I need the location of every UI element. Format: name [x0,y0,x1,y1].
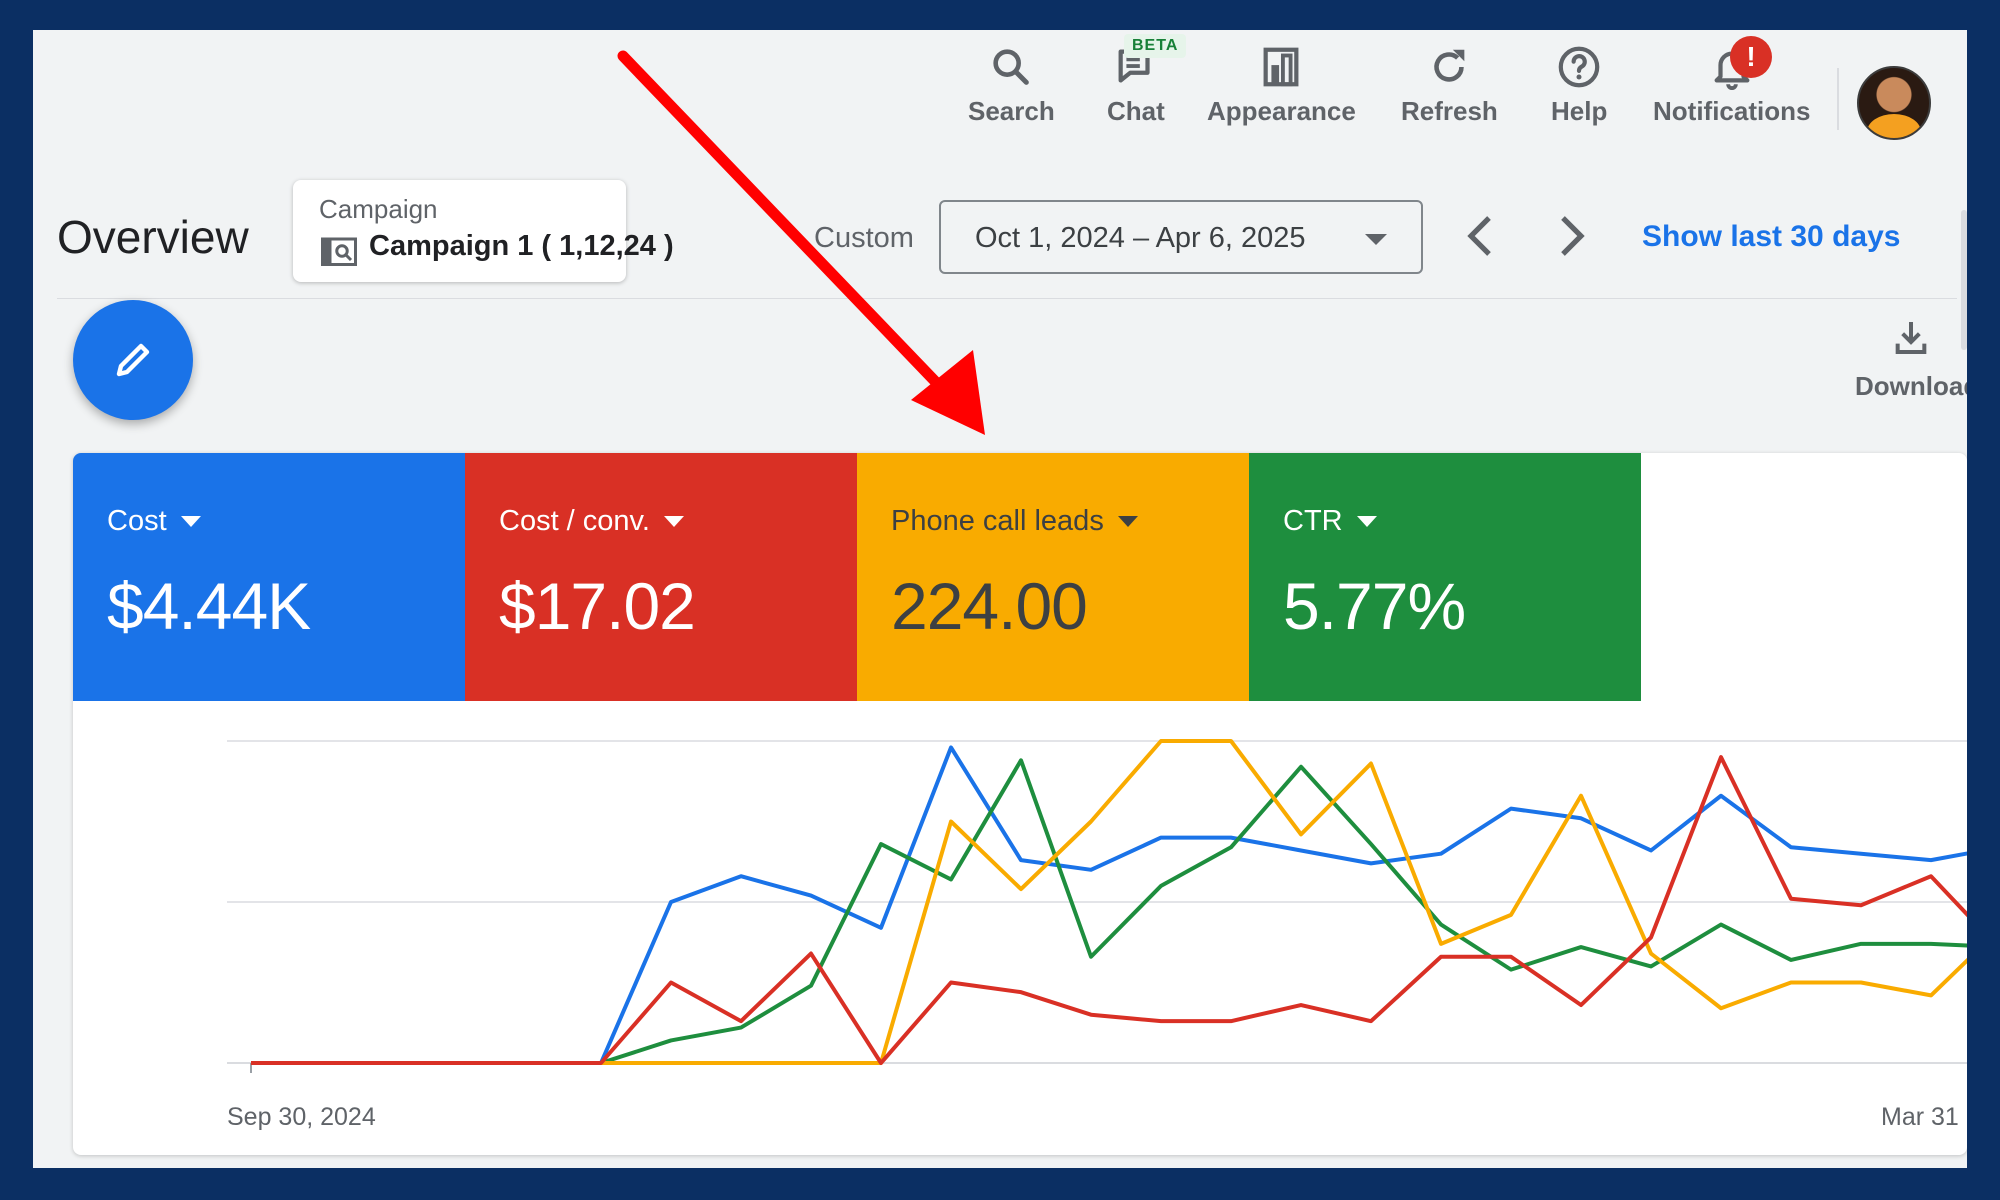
appearance-icon [1263,47,1299,87]
app-window: Search Chat BETA Appearance Refresh Help… [33,30,1967,1168]
download-label: Download [1855,371,1967,401]
previous-period-button[interactable] [1461,212,1501,260]
x-axis-start-label: Sep 30, 2024 [227,1103,376,1131]
search-button[interactable]: Search [968,44,1055,127]
campaign-selector[interactable]: Campaign Campaign 1 ( 1,12,24 ) [293,180,674,282]
metric-card-ctr[interactable]: CTR 5.77% [1249,453,1641,701]
refresh-label: Refresh [1401,96,1498,126]
top-toolbar: Search Chat BETA Appearance Refresh Help… [33,30,1967,160]
appearance-label: Appearance [1207,96,1356,126]
metric-card-phone-call-leads[interactable]: Phone call leads 224.00 [857,453,1249,701]
metric-label: CTR [1283,505,1343,537]
line-chart [227,739,1967,1073]
metric-value: $4.44K [107,569,311,643]
search-label: Search [968,96,1055,126]
help-label: Help [1551,96,1608,126]
metric-label: Cost / conv. [499,505,650,537]
page-title: Overview [57,211,249,263]
notifications-label: Notifications [1653,96,1811,126]
dropdown-arrow-icon [1117,516,1138,527]
dropdown-arrow-icon [663,516,684,527]
dropdown-arrow-icon [1356,516,1377,527]
help-button[interactable]: Help [1551,44,1607,127]
campaign-icon [321,237,357,266]
metric-label: Cost [107,505,167,537]
chat-label: Chat [1107,96,1165,126]
metric-label: Phone call leads [891,505,1104,537]
chevron-down-icon [1365,234,1387,245]
download-icon [1895,322,1927,354]
campaign-caption: Campaign [319,194,438,224]
campaign-name: Campaign 1 ( 1,12,24 ) [369,230,674,262]
toolbar-divider [1837,68,1839,130]
date-mode-label: Custom [814,222,914,254]
divider [57,298,1957,299]
dropdown-arrow-icon [180,516,201,527]
metric-value: $17.02 [499,569,696,643]
notification-badge: ! [1730,36,1772,78]
show-last-30-days-link[interactable]: Show last 30 days [1642,220,1900,254]
metric-value: 224.00 [891,569,1088,643]
beta-badge: BETA [1124,34,1187,58]
metric-card-cost[interactable]: Cost $4.44K [73,453,465,701]
metric-value: 5.77% [1283,569,1466,643]
scrollbar[interactable] [1961,210,1967,350]
x-axis-end-label: Mar 31 [1881,1103,1959,1131]
performance-card: Cost $4.44K Cost / conv. $17.02 Phone ca… [73,453,1967,1155]
pencil-icon [116,343,150,377]
refresh-button[interactable]: Refresh [1401,44,1498,127]
appearance-button[interactable]: Appearance [1207,44,1356,127]
search-icon [993,49,1030,85]
date-range-picker[interactable]: Oct 1, 2024 – Apr 6, 2025 [939,200,1423,274]
metric-card-cost-per-conv[interactable]: Cost / conv. $17.02 [465,453,857,701]
date-range-text: Oct 1, 2024 – Apr 6, 2025 [975,222,1306,254]
refresh-icon [1434,49,1465,82]
help-icon [1558,46,1600,88]
edit-button[interactable] [73,300,193,420]
next-period-button[interactable] [1551,212,1591,260]
avatar[interactable] [1857,66,1931,140]
